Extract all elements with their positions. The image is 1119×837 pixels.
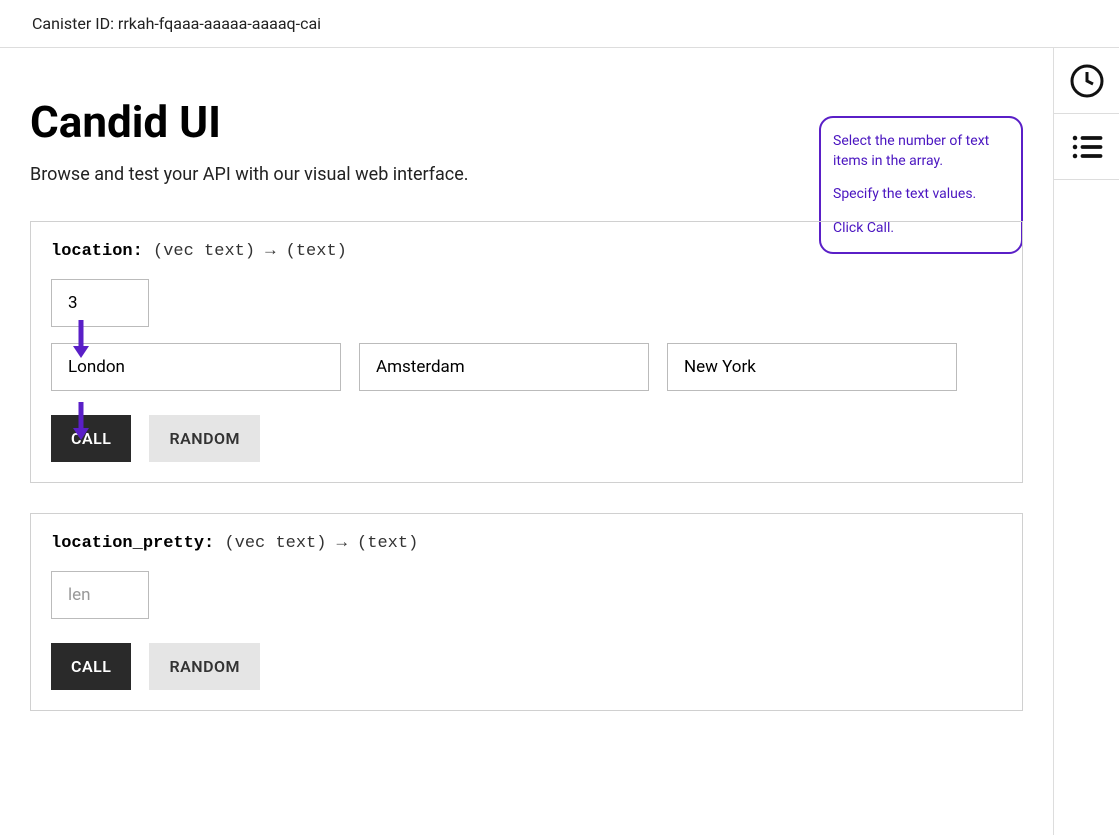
content-area: Candid UI Browse and test your API with …: [0, 48, 1053, 835]
array-item-input[interactable]: [359, 343, 649, 391]
array-item-input[interactable]: [51, 343, 341, 391]
array-item-input[interactable]: [667, 343, 957, 391]
sidebar-history-button[interactable]: [1054, 48, 1119, 114]
sidebar-list-button[interactable]: [1054, 114, 1119, 180]
method-card-location: location: (vec text) → (text) CALL: [30, 221, 1023, 483]
button-row: CALL RANDOM: [51, 415, 1002, 462]
call-button[interactable]: CALL: [51, 415, 131, 462]
canister-id-label: Canister ID: rrkah-fqaaa-aaaaa-aaaaq-cai: [32, 14, 321, 33]
text-inputs-row: [51, 343, 1002, 391]
method-signature: location: (vec text) → (text): [51, 242, 1002, 261]
array-length-input[interactable]: [51, 279, 149, 327]
random-button[interactable]: RANDOM: [149, 415, 260, 462]
random-button[interactable]: RANDOM: [149, 643, 260, 690]
method-name: location:: [51, 242, 143, 261]
callout-line: Specify the text values.: [833, 185, 1009, 205]
clock-icon: [1069, 63, 1105, 99]
method-type: (vec text) → (text): [224, 534, 418, 553]
topbar: Canister ID: rrkah-fqaaa-aaaaa-aaaaq-cai: [0, 0, 1119, 48]
list-icon: [1069, 129, 1105, 165]
right-sidebar: [1053, 48, 1119, 835]
method-name: location_pretty:: [51, 534, 214, 553]
button-row: CALL RANDOM: [51, 643, 1002, 690]
method-card-location-pretty: location_pretty: (vec text) → (text) CAL…: [30, 513, 1023, 711]
method-type: (vec text) → (text): [153, 242, 347, 261]
array-length-input[interactable]: [51, 571, 149, 619]
callout-line: Select the number of text items in the a…: [833, 132, 1009, 171]
method-signature: location_pretty: (vec text) → (text): [51, 534, 1002, 553]
call-button[interactable]: CALL: [51, 643, 131, 690]
